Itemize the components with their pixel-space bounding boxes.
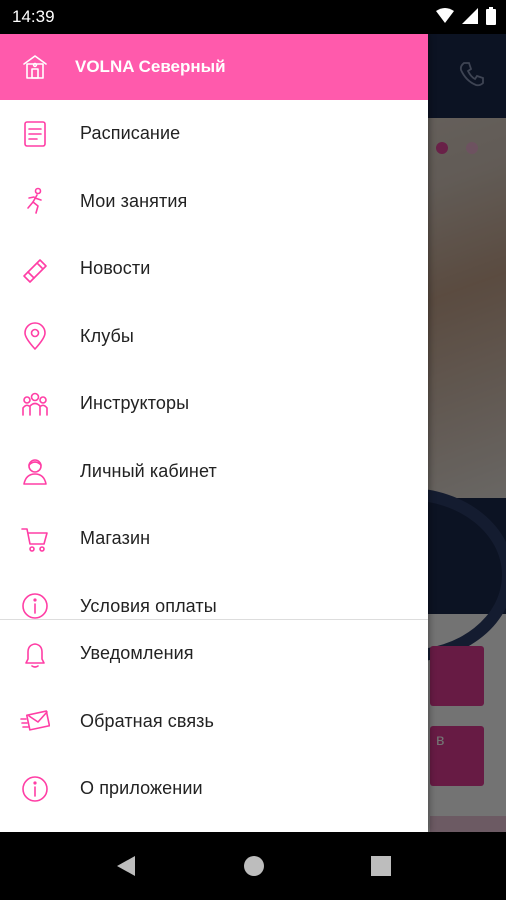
home-icon[interactable] <box>243 854 265 878</box>
menu-item-label: Новости <box>80 258 151 279</box>
menu-item-about[interactable]: О приложении <box>0 755 428 823</box>
menu-item-label: Расписание <box>80 123 181 144</box>
info-icon <box>17 771 53 807</box>
menu-item-label: Обратная связь <box>80 710 215 731</box>
menu-item-label: Клубы <box>80 325 134 346</box>
back-icon[interactable] <box>115 854 137 878</box>
drawer-main-menu: Расписание Мои занятия Новости Клубы Инс… <box>0 100 428 619</box>
menu-item-schedule[interactable]: Расписание <box>0 100 428 168</box>
menu-item-news[interactable]: Новости <box>0 235 428 303</box>
wifi-icon <box>436 8 454 23</box>
menu-item-feedback[interactable]: Обратная связь <box>0 688 428 756</box>
menu-item-label: Инструкторы <box>80 393 190 414</box>
menu-item-label: Уведомления <box>80 643 194 664</box>
recents-icon[interactable] <box>370 854 392 878</box>
menu-item-label: Личный кабинет <box>80 460 217 481</box>
drawer-secondary-menu: Уведомления Обратная связь О приложении <box>0 620 428 823</box>
club-name: VOLNA Северный <box>75 57 226 76</box>
location-pin-icon <box>17 318 53 354</box>
menu-item-account[interactable]: Личный кабинет <box>0 438 428 506</box>
menu-item-clubs[interactable]: Клубы <box>0 303 428 371</box>
megaphone-icon <box>17 251 53 287</box>
navigation-drawer: VOLNA Северный Расписание Мои занятия Но… <box>0 34 428 832</box>
schedule-icon <box>17 116 53 152</box>
menu-item-label: Условия оплаты <box>80 595 217 616</box>
menu-item-payment-terms[interactable]: Условия оплаты <box>0 573 428 619</box>
battery-icon <box>486 7 496 25</box>
status-icons <box>436 7 496 25</box>
menu-item-label: Магазин <box>80 528 151 549</box>
status-time: 14:39 <box>12 7 55 26</box>
envelope-icon <box>17 703 53 739</box>
club-building-icon <box>17 49 53 85</box>
bell-icon <box>17 636 53 672</box>
runner-icon <box>17 183 53 219</box>
info-icon <box>17 588 53 619</box>
drawer-header[interactable]: VOLNA Северный <box>0 34 428 100</box>
status-bar: 14:39 <box>0 0 506 34</box>
system-nav-bar <box>0 832 506 900</box>
group-icon <box>17 386 53 422</box>
menu-item-shop[interactable]: Магазин <box>0 505 428 573</box>
menu-item-instructors[interactable]: Инструкторы <box>0 370 428 438</box>
cart-icon <box>17 521 53 557</box>
menu-item-label: Мои занятия <box>80 190 188 211</box>
signal-icon <box>462 8 478 24</box>
menu-item-notifications[interactable]: Уведомления <box>0 620 428 688</box>
person-icon <box>17 453 53 489</box>
menu-item-label: О приложении <box>80 778 203 799</box>
menu-item-my-classes[interactable]: Мои занятия <box>0 168 428 236</box>
